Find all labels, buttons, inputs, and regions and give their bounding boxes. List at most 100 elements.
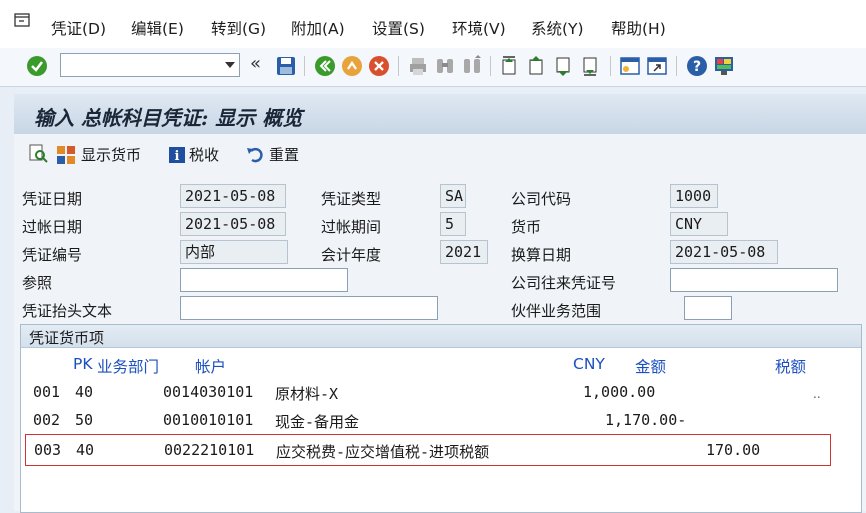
find-next-icon[interactable] xyxy=(461,55,483,77)
line-item-account: 0022210101 xyxy=(164,441,255,459)
items-group-header: 凭证货币项 xyxy=(21,325,861,348)
line-item-account-text: 原材料-X xyxy=(275,385,339,403)
toolbar-separator xyxy=(490,56,491,76)
display-currency-button[interactable]: 显示货币 xyxy=(56,144,141,165)
line-item-amount: 1,170.00- xyxy=(605,411,687,429)
document-overview-icon[interactable] xyxy=(28,143,48,163)
line-item-amount: 170.00 xyxy=(706,441,761,459)
line-item-account: 0010010101 xyxy=(163,411,254,429)
intercompany-input[interactable] xyxy=(670,268,838,292)
line-item-number: 001 xyxy=(33,383,61,401)
trading-partner-input[interactable] xyxy=(684,296,732,320)
menu-window-icon[interactable] xyxy=(14,13,32,29)
tax-button[interactable]: i 税收 xyxy=(168,144,219,165)
shortcut-icon[interactable] xyxy=(646,55,668,77)
print-icon[interactable] xyxy=(407,55,429,77)
doc-number-field[interactable]: 内部 xyxy=(180,240,288,264)
undo-icon xyxy=(247,147,263,162)
currency-field[interactable]: CNY xyxy=(670,212,728,236)
menu-document[interactable]: 凭证(D) xyxy=(51,17,106,39)
content-area: 凭证日期 2021-05-08 过帐日期 2021-05-08 凭证编号 内部 … xyxy=(14,174,866,513)
col-header-account: 帐户 xyxy=(195,358,227,376)
back-history-icon[interactable]: « xyxy=(250,53,272,75)
title-bar: 输入 总帐科目凭证: 显示 概览 xyxy=(14,94,866,134)
reference-input[interactable] xyxy=(180,268,348,292)
items-group-box: 凭证货币项 PK 业务部门 帐户 CNY 金额 税额 .. 001 40 001… xyxy=(20,324,862,513)
next-page-icon[interactable] xyxy=(553,55,575,77)
col-header-amount: 金额 xyxy=(635,358,667,376)
chevron-down-icon[interactable] xyxy=(225,62,235,68)
save-icon[interactable] xyxy=(275,55,297,77)
application-toolbar: 显示货币 i 税收 重置 xyxy=(14,134,866,174)
menu-system[interactable]: 系统(Y) xyxy=(531,17,584,39)
line-item-row-highlighted[interactable]: 003 40 0022210101 应交税费-应交增值税-进项税额 170.00 xyxy=(25,434,831,466)
col-header-tax-amount: 税额 xyxy=(775,358,807,376)
line-item-account: 0014030101 xyxy=(163,383,254,401)
fiscal-year-label: 会计年度 xyxy=(321,246,382,264)
line-item-number: 003 xyxy=(34,441,62,459)
menu-bar: 凭证(D) 编辑(E) 转到(G) 附加(A) 设置(S) 环境(V) 系统(Y… xyxy=(0,0,866,48)
previous-page-icon[interactable] xyxy=(526,55,548,77)
cancel-icon[interactable] xyxy=(368,55,390,77)
customize-layout-icon[interactable] xyxy=(713,55,735,77)
exit-icon[interactable] xyxy=(341,55,363,77)
items-group-title: 凭证货币项 xyxy=(29,329,105,347)
line-item-account-text: 现金-备用金 xyxy=(275,413,360,431)
line-item-pk: 40 xyxy=(75,383,94,401)
menu-settings[interactable]: 设置(S) xyxy=(372,17,425,39)
period-field[interactable]: 5 xyxy=(440,212,466,236)
header-text-input[interactable] xyxy=(180,296,438,320)
posting-date-field[interactable]: 2021-05-08 xyxy=(180,212,286,236)
toolbar-separator xyxy=(304,56,305,76)
line-item-account-text: 应交税费-应交增值税-进项税额 xyxy=(276,443,490,461)
create-session-icon[interactable] xyxy=(619,55,641,77)
doc-type-label: 凭证类型 xyxy=(321,190,382,208)
back-icon[interactable] xyxy=(314,55,336,77)
menu-edit[interactable]: 编辑(E) xyxy=(131,17,184,39)
svg-text:i: i xyxy=(175,149,180,164)
company-code-field[interactable]: 1000 xyxy=(670,184,718,208)
command-field[interactable] xyxy=(60,53,240,77)
line-item-number: 002 xyxy=(33,411,61,429)
posting-date-label: 过帐日期 xyxy=(22,218,83,236)
toolbar: « ? xyxy=(0,48,866,87)
reset-label: 重置 xyxy=(269,146,300,164)
page-title: 输入 总帐科目凭证: 显示 概览 xyxy=(34,106,303,130)
menu-extras[interactable]: 附加(A) xyxy=(291,17,345,39)
reset-button[interactable]: 重置 xyxy=(246,144,299,165)
info-icon: i xyxy=(169,146,185,164)
col-header-pk: PK xyxy=(73,355,93,373)
enter-check-icon[interactable] xyxy=(26,55,48,77)
menu-environment[interactable]: 环境(V) xyxy=(452,17,506,39)
svg-text:?: ? xyxy=(693,59,701,75)
doc-number-label: 凭证编号 xyxy=(22,246,83,264)
first-page-icon[interactable] xyxy=(499,55,521,77)
menu-goto[interactable]: 转到(G) xyxy=(211,17,266,39)
currency-label: 货币 xyxy=(511,218,542,236)
menu-help[interactable]: 帮助(H) xyxy=(611,17,666,39)
currency-icon xyxy=(57,145,75,164)
doc-date-field[interactable]: 2021-05-08 xyxy=(180,184,286,208)
col-header-business-area: 业务部门 xyxy=(97,358,160,376)
tax-label: 税收 xyxy=(189,146,220,164)
translation-date-field[interactable]: 2021-05-08 xyxy=(670,240,778,264)
intercompany-label: 公司往来凭证号 xyxy=(511,274,617,292)
help-icon[interactable]: ? xyxy=(686,55,708,77)
toolbar-separator xyxy=(676,56,677,76)
toolbar-separator xyxy=(610,56,611,76)
reference-label: 参照 xyxy=(22,274,53,292)
doc-type-field[interactable]: SA xyxy=(440,184,466,208)
last-page-icon[interactable] xyxy=(580,55,602,77)
line-item-row[interactable]: 002 50 0010010101 现金-备用金 1,170.00- xyxy=(21,407,861,435)
fiscal-year-field[interactable]: 2021 xyxy=(440,240,488,264)
header-text-label: 凭证抬头文本 xyxy=(22,302,113,320)
period-label: 过帐期间 xyxy=(321,218,382,236)
display-currency-label: 显示货币 xyxy=(81,146,142,164)
trading-partner-label: 伙伴业务范围 xyxy=(511,302,602,320)
translation-date-label: 换算日期 xyxy=(511,246,572,264)
toolbar-separator xyxy=(398,56,399,76)
doc-date-label: 凭证日期 xyxy=(22,190,83,208)
col-header-currency: CNY xyxy=(573,355,605,373)
line-item-row[interactable]: 001 40 0014030101 原材料-X 1,000.00 xyxy=(21,379,861,407)
find-icon[interactable] xyxy=(434,55,456,77)
